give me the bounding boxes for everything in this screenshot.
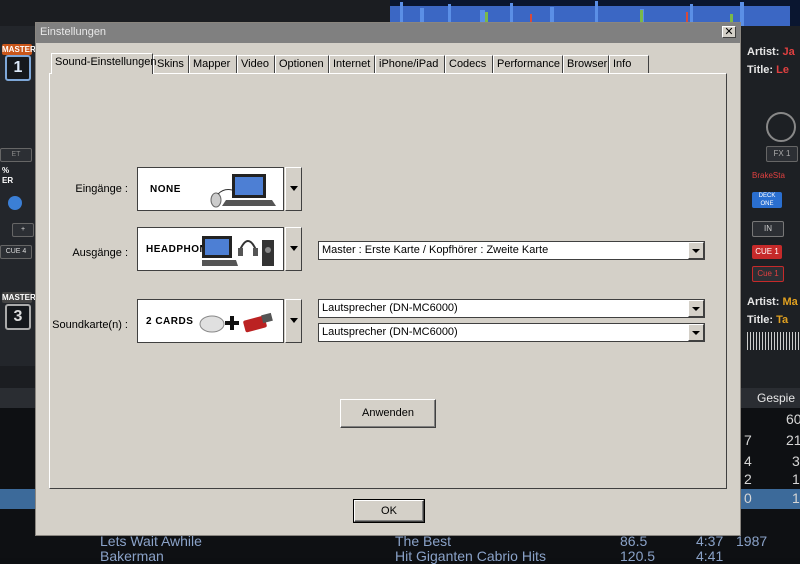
chevron-down-icon[interactable] bbox=[688, 324, 704, 341]
cell-b: 60 bbox=[786, 411, 800, 427]
cell-a: 2 bbox=[744, 471, 752, 487]
deck-number-3[interactable]: 3 bbox=[5, 304, 31, 330]
title-row-top: Title: Le bbox=[747, 64, 789, 76]
soundcard2-select[interactable]: Lautsprecher (DN-MC6000) bbox=[318, 323, 705, 342]
track-title: Bakerman bbox=[100, 548, 164, 564]
title-value: Le bbox=[776, 64, 789, 76]
outputs-routing-value: Master : Erste Karte / Kopfhörer : Zweit… bbox=[322, 244, 549, 256]
soundcards-image-select[interactable]: 2 CARDS bbox=[137, 299, 284, 343]
cue1-big-button[interactable]: CUE 1 bbox=[752, 245, 782, 259]
inputs-label: Eingänge : bbox=[75, 183, 128, 195]
tab-skins[interactable]: Skins bbox=[153, 55, 189, 73]
artist-value: Ja bbox=[782, 46, 795, 58]
inputs-image-word: NONE bbox=[150, 184, 181, 195]
artist-value-2: Ma bbox=[782, 296, 798, 308]
headphones-laptop-icon bbox=[202, 236, 274, 266]
er-label: ER bbox=[2, 176, 14, 185]
cell-a: 0 bbox=[744, 490, 752, 506]
pct-label: % bbox=[2, 166, 10, 175]
ok-button[interactable]: OK bbox=[353, 499, 425, 523]
inputs-dropdown-arrow[interactable] bbox=[285, 167, 302, 211]
deck-number-1[interactable]: 1 bbox=[5, 55, 31, 81]
close-button[interactable]: ✕ bbox=[722, 26, 736, 38]
outputs-image-select[interactable]: HEADPHONES bbox=[137, 227, 284, 271]
deck-one-button[interactable]: DECK ONE bbox=[752, 192, 782, 208]
settings-dialog: Einstellungen ✕ Sound-Einstellungen Skin… bbox=[35, 22, 741, 536]
cue1-small-button[interactable]: Cue 1 bbox=[752, 266, 784, 282]
fx-knob-icon[interactable] bbox=[766, 112, 796, 142]
chevron-down-icon[interactable] bbox=[688, 242, 704, 259]
outputs-dropdown-arrow[interactable] bbox=[285, 227, 302, 271]
track-album: Hit Giganten Cabrio Hits bbox=[395, 548, 546, 564]
track-bpm: 120.5 bbox=[620, 548, 656, 564]
tab-performance[interactable]: Performance bbox=[493, 55, 563, 73]
left-deck-panel: MASTER 1 ET % ER + CUE 4 MASTER 3 bbox=[0, 26, 36, 366]
title-row-bottom: Title: Ta bbox=[747, 314, 788, 326]
laptop-mouse-icon bbox=[210, 174, 276, 208]
tab-optionen[interactable]: Optionen bbox=[275, 55, 329, 73]
artist-row-bottom: Artist: Ma bbox=[747, 296, 798, 308]
track-row[interactable]: Bakerman Hit Giganten Cabrio Hits 120.5 … bbox=[100, 548, 723, 564]
master-label-2: MASTER bbox=[2, 292, 36, 303]
master-label: MASTER bbox=[2, 44, 36, 55]
two-cards-icon bbox=[199, 312, 273, 333]
chevron-down-icon[interactable] bbox=[688, 300, 704, 317]
tab-info[interactable]: Info bbox=[609, 55, 649, 73]
soundcards-dropdown-arrow[interactable] bbox=[285, 299, 302, 343]
plus-button[interactable]: + bbox=[12, 223, 34, 237]
soundcards-image-word: 2 CARDS bbox=[146, 316, 194, 327]
tab-iphone-ipad[interactable]: iPhone/iPad bbox=[375, 55, 445, 73]
header-played[interactable]: Gespie bbox=[757, 391, 795, 405]
soundcards-label: Soundkarte(n) : bbox=[52, 319, 128, 331]
cell-a: 4 bbox=[744, 453, 752, 469]
dialog-titlebar[interactable]: Einstellungen ✕ bbox=[36, 23, 740, 43]
waveform-mini[interactable] bbox=[747, 332, 799, 350]
right-deck-panel: Artist: Ja Title: Le FX 1 BrakeSta DECK … bbox=[742, 26, 800, 388]
title-label-2: Title: bbox=[747, 314, 774, 326]
close-icon: ✕ bbox=[724, 26, 734, 38]
cell-b: 1 bbox=[792, 490, 800, 506]
soundcard2-value: Lautsprecher (DN-MC6000) bbox=[322, 326, 458, 338]
inputs-image-select[interactable]: NONE bbox=[137, 167, 284, 211]
apply-button[interactable]: Anwenden bbox=[340, 399, 436, 428]
sync-icon[interactable] bbox=[8, 196, 22, 210]
title-value-2: Ta bbox=[776, 314, 789, 326]
cue4-button[interactable]: CUE 4 bbox=[0, 245, 32, 259]
dialog-title: Einstellungen bbox=[40, 26, 107, 38]
artist-label-2: Artist: bbox=[747, 296, 780, 308]
tab-sound-settings[interactable]: Sound-Einstellungen bbox=[51, 53, 157, 74]
cell-b: 21 bbox=[786, 432, 800, 448]
cell-b: 3 bbox=[792, 453, 800, 469]
artist-label: Artist: bbox=[747, 46, 780, 58]
master-badge-bottom: MASTER bbox=[2, 292, 36, 303]
brake-label: BrakeSta bbox=[752, 171, 785, 180]
tab-codecs[interactable]: Codecs bbox=[445, 55, 493, 73]
tab-browser[interactable]: Browser bbox=[563, 55, 609, 73]
soundcard1-select[interactable]: Lautsprecher (DN-MC6000) bbox=[318, 299, 705, 318]
tab-internet[interactable]: Internet bbox=[329, 55, 375, 73]
tab-mapper[interactable]: Mapper bbox=[189, 55, 237, 73]
title-label: Title: bbox=[747, 64, 774, 76]
in-button[interactable]: IN bbox=[752, 221, 784, 237]
artist-row-top: Artist: Ja bbox=[747, 46, 795, 58]
outputs-label: Ausgänge : bbox=[72, 247, 128, 259]
fx1-button[interactable]: FX 1 bbox=[766, 146, 798, 162]
soundcard1-value: Lautsprecher (DN-MC6000) bbox=[322, 302, 458, 314]
track-length: 4:41 bbox=[696, 548, 724, 564]
outputs-routing-select[interactable]: Master : Erste Karte / Kopfhörer : Zweit… bbox=[318, 241, 705, 260]
tab-video[interactable]: Video bbox=[237, 55, 275, 73]
master-badge-top: MASTER bbox=[2, 44, 36, 55]
cell-b: 1 bbox=[792, 471, 800, 487]
cell-a: 7 bbox=[744, 432, 752, 448]
set-button[interactable]: ET bbox=[0, 148, 32, 162]
